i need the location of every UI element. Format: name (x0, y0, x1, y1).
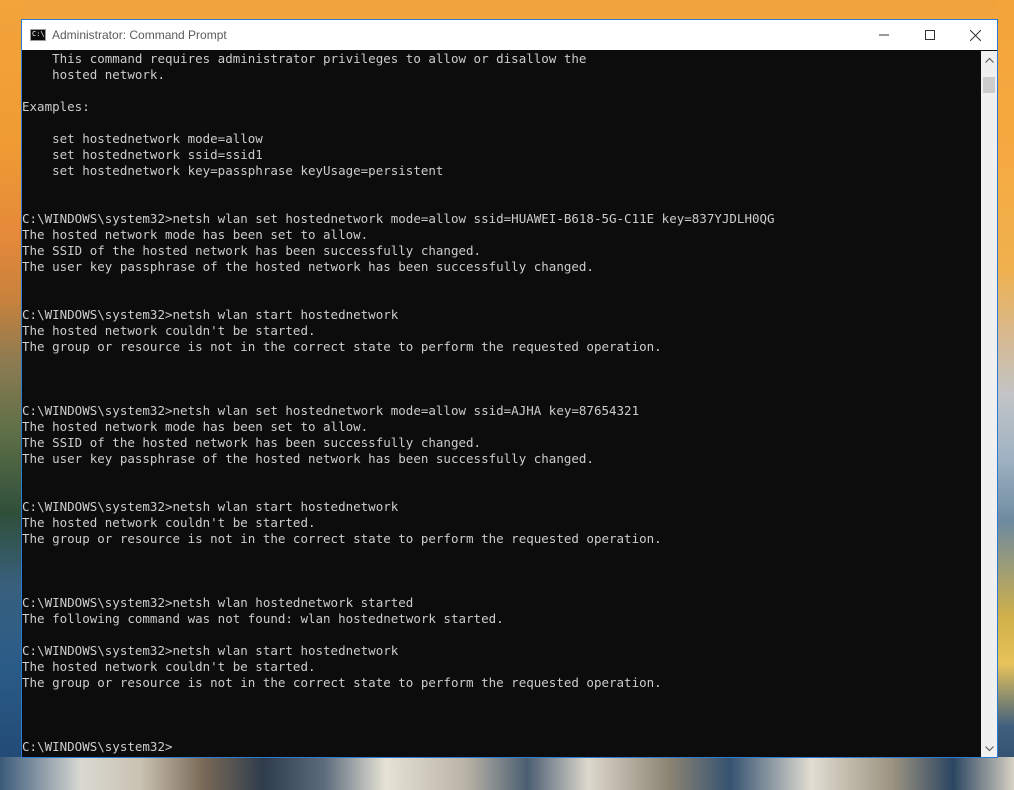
minimize-button[interactable] (861, 20, 907, 50)
console-line: C:\WINDOWS\system32>netsh wlan start hos… (22, 307, 399, 322)
console-line: set hostednetwork key=passphrase keyUsag… (22, 163, 444, 178)
vertical-scrollbar[interactable] (981, 51, 997, 757)
command-prompt-window[interactable]: C:\_ Administrator: Command Prompt This … (21, 19, 998, 758)
chevron-down-icon (984, 745, 994, 751)
chevron-up-icon (984, 57, 994, 63)
console-line: The group or resource is not in the corr… (22, 675, 662, 690)
console-line: The user key passphrase of the hosted ne… (22, 451, 594, 466)
console-line: The SSID of the hosted network has been … (22, 243, 482, 258)
console-line: C:\WINDOWS\system32>netsh wlan set hoste… (22, 403, 640, 418)
console-line: C:\WINDOWS\system32>netsh wlan start hos… (22, 643, 399, 658)
console-line: The SSID of the hosted network has been … (22, 435, 482, 450)
console-line: hosted network. (22, 67, 165, 82)
console-line: The group or resource is not in the corr… (22, 339, 662, 354)
minimize-icon (879, 34, 889, 36)
close-icon (969, 29, 981, 41)
scrollbar-thumb[interactable] (983, 77, 995, 93)
console-line: The hosted network couldn't be started. (22, 515, 316, 530)
console-line: The hosted network mode has been set to … (22, 419, 369, 434)
console-line: This command requires administrator priv… (22, 51, 587, 66)
scroll-up-button[interactable] (981, 51, 997, 68)
desktop-wallpaper-right (996, 0, 1014, 790)
maximize-icon (925, 30, 935, 40)
console-line: The hosted network couldn't be started. (22, 323, 316, 338)
title-bar[interactable]: C:\_ Administrator: Command Prompt (22, 20, 997, 50)
console-line: The following command was not found: wla… (22, 611, 504, 626)
desktop-wallpaper-left (0, 0, 22, 790)
console-line: The user key passphrase of the hosted ne… (22, 259, 594, 274)
console-line: C:\WINDOWS\system32>netsh wlan start hos… (22, 499, 399, 514)
console-line: C:\WINDOWS\system32> (22, 739, 173, 754)
close-button[interactable] (952, 20, 997, 50)
console-line: set hostednetwork ssid=ssid1 (22, 147, 263, 162)
window-title: Administrator: Command Prompt (52, 28, 227, 42)
desktop-wallpaper-bottom (0, 757, 1014, 790)
console-line: set hostednetwork mode=allow (22, 131, 263, 146)
console-line: The hosted network mode has been set to … (22, 227, 369, 242)
console-line: C:\WINDOWS\system32>netsh wlan hostednet… (22, 595, 414, 610)
console-line: The hosted network couldn't be started. (22, 659, 316, 674)
console-output[interactable]: This command requires administrator priv… (22, 51, 980, 757)
console-line: Examples: (22, 99, 90, 114)
command-prompt-icon[interactable]: C:\_ (30, 29, 46, 41)
maximize-button[interactable] (907, 20, 953, 50)
console-line: The group or resource is not in the corr… (22, 531, 662, 546)
console-line: C:\WINDOWS\system32>netsh wlan set hoste… (22, 211, 775, 226)
scroll-down-button[interactable] (981, 740, 997, 757)
